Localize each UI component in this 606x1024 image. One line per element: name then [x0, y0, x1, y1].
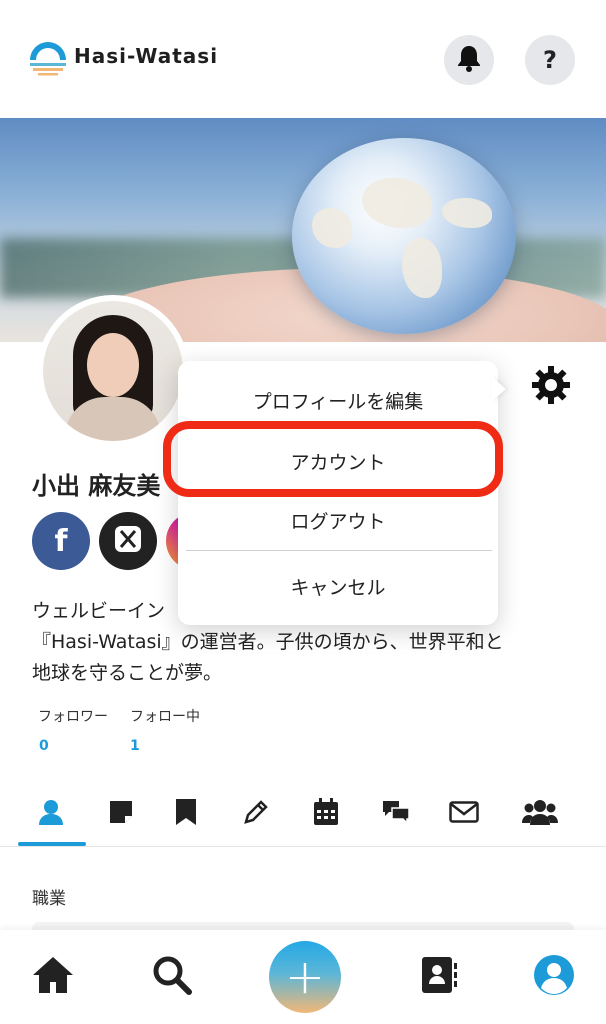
tab-groups[interactable]: [505, 784, 575, 844]
followers-count[interactable]: 0: [39, 738, 49, 754]
notifications-button[interactable]: [444, 35, 494, 85]
add-icon: +: [284, 949, 326, 1005]
home-icon: [31, 955, 75, 999]
tab-notes[interactable]: [86, 784, 156, 844]
x-icon: [114, 525, 142, 557]
x-button[interactable]: [99, 512, 157, 570]
nav-contacts[interactable]: [404, 930, 474, 1024]
following-count[interactable]: 1: [130, 738, 140, 754]
profile-icon: [533, 954, 575, 1000]
sticky-note-icon: [108, 799, 134, 829]
menu-divider: [186, 550, 492, 551]
add-button[interactable]: +: [269, 941, 341, 1013]
help-icon: ?: [543, 46, 557, 74]
tab-mail[interactable]: [429, 784, 499, 844]
logo-icon: [28, 40, 68, 76]
profile-name: 小出 麻友美: [32, 472, 161, 500]
person-icon: [37, 798, 65, 830]
tab-profile[interactable]: [16, 784, 86, 844]
group-icon: [522, 799, 558, 829]
menu-cancel[interactable]: キャンセル: [178, 573, 498, 600]
tab-edit[interactable]: [221, 784, 291, 844]
followers-label[interactable]: フォロワー: [38, 706, 108, 726]
account-highlight-ring: [163, 421, 503, 497]
bell-icon: [456, 44, 482, 76]
menu-edit-profile[interactable]: プロフィールを編集: [178, 387, 498, 414]
search-icon: [151, 954, 193, 1000]
nav-search[interactable]: [137, 930, 207, 1024]
bio-line: 地球を守ることが夢。: [32, 662, 223, 684]
facebook-icon: f: [54, 523, 68, 559]
nav-home[interactable]: [18, 930, 88, 1024]
menu-pointer: [492, 377, 506, 401]
contacts-icon: [420, 955, 458, 999]
tab-calendar[interactable]: [291, 784, 361, 844]
active-tab-indicator: [18, 842, 86, 846]
profile-tabs: [0, 784, 606, 847]
chat-icon: [382, 799, 410, 829]
facebook-button[interactable]: f: [32, 512, 90, 570]
following-label[interactable]: フォロー中: [130, 706, 200, 726]
nav-profile[interactable]: [519, 930, 589, 1024]
settings-button[interactable]: [530, 364, 572, 406]
pencil-icon: [242, 798, 270, 830]
bio-line: 『Hasi-Watasi』の運営者。子供の頃から、世界平和と: [32, 631, 504, 653]
tab-chat[interactable]: [361, 784, 431, 844]
help-button[interactable]: ?: [525, 35, 575, 85]
calendar-icon: [313, 798, 339, 830]
occupation-heading: 職業: [32, 889, 66, 909]
bookmark-icon: [175, 798, 197, 830]
app-title: Hasi-Watasi: [74, 44, 219, 68]
envelope-icon: [449, 801, 479, 827]
menu-logout[interactable]: ログアウト: [178, 507, 498, 534]
tab-bookmarks[interactable]: [151, 784, 221, 844]
gear-icon: [530, 366, 572, 410]
avatar[interactable]: [37, 295, 189, 447]
